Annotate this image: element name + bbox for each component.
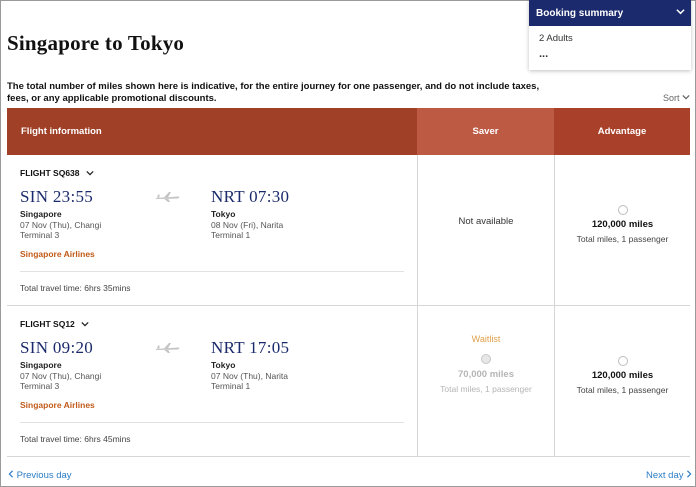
departure-date: 07 Nov (Thu), Changi xyxy=(20,220,102,230)
departure-date: 07 Nov (Thu), Changi xyxy=(20,371,102,381)
page-title: Singapore to Tokyo xyxy=(7,31,185,55)
departure-city: Singapore xyxy=(20,209,62,219)
advantage-cell: 120,000 miles Total miles, 1 passenger xyxy=(555,306,690,456)
saver-miles: 70,000 miles xyxy=(458,369,514,380)
airplane-icon xyxy=(155,341,181,353)
arrival-time: NRT 07:30 xyxy=(211,187,290,206)
advantage-miles: 120,000 miles xyxy=(591,370,654,381)
chevron-right-icon xyxy=(686,470,692,481)
travel-time: Total travel time: 6hrs 45mins xyxy=(20,434,131,444)
flight-number-toggle[interactable]: FLIGHT SQ638 xyxy=(20,168,94,179)
flight-number-toggle[interactable]: FLIGHT SQ12 xyxy=(20,319,89,330)
arrival-city: Tokyo xyxy=(211,209,236,219)
departure-time: SIN 23:55 xyxy=(20,187,94,206)
advantage-miles-note: Total miles, 1 passenger xyxy=(576,385,669,395)
waitlist-label: Waitlist xyxy=(471,334,501,344)
chevron-down-icon xyxy=(85,169,94,179)
arrival-time: NRT 17:05 xyxy=(211,338,290,357)
flight-information-header: Flight information xyxy=(7,108,417,155)
arrival-date: 08 Nov (Fri), Narita xyxy=(211,220,284,230)
saver-cell: Waitlist 70,000 miles Total miles, 1 pas… xyxy=(418,306,554,456)
departure-terminal: Terminal 3 xyxy=(20,381,60,391)
saver-header: Saver xyxy=(417,108,554,155)
saver-miles-note: Total miles, 1 passenger xyxy=(440,384,532,394)
previous-day-label: Previous day xyxy=(16,470,72,481)
flight-number: FLIGHT SQ12 xyxy=(20,319,75,329)
advantage-cell: 120,000 miles Total miles, 1 passenger xyxy=(555,155,690,305)
arrival-terminal: Terminal 1 xyxy=(211,230,251,240)
sort-label: Sort xyxy=(663,93,680,103)
departure-terminal: Terminal 3 xyxy=(20,230,60,240)
table-header: Flight information Saver Advantage xyxy=(7,108,690,155)
saver-status: Not available xyxy=(458,216,514,227)
arrival-city: Tokyo xyxy=(211,360,236,370)
saver-radio-button[interactable] xyxy=(481,354,491,364)
next-day-label: Next day xyxy=(646,470,684,481)
booking-summary-panel: Booking summary 2 Adults ... xyxy=(529,0,691,70)
booking-summary-toggle[interactable]: Booking summary xyxy=(529,0,691,26)
chevron-down-icon xyxy=(676,7,685,19)
advantage-radio-button[interactable] xyxy=(618,356,628,366)
chevron-down-icon xyxy=(81,320,89,330)
advantage-miles-note: Total miles, 1 passenger xyxy=(576,234,669,244)
divider xyxy=(20,271,404,272)
next-day-link[interactable]: Next day xyxy=(646,470,692,481)
flight-row: FLIGHT SQ638 SIN 23:55 NRT 07:30 Singapo… xyxy=(7,155,690,306)
advantage-miles: 120,000 miles xyxy=(591,219,654,230)
departure-city: Singapore xyxy=(20,360,62,370)
airplane-icon xyxy=(155,190,181,202)
advantage-header: Advantage xyxy=(554,108,690,155)
flight-row: FLIGHT SQ12 SIN 09:20 NRT 17:05 Singapor… xyxy=(7,306,690,457)
sort-dropdown[interactable]: Sort xyxy=(663,93,690,103)
chevron-left-icon xyxy=(8,470,14,481)
passenger-count: 2 Adults xyxy=(539,33,573,44)
summary-more-indicator: ... xyxy=(539,48,549,60)
previous-day-link[interactable]: Previous day xyxy=(8,470,72,481)
departure-time: SIN 09:20 xyxy=(20,338,94,357)
arrival-date: 07 Nov (Thu), Narita xyxy=(211,371,288,381)
saver-cell: Not available xyxy=(418,155,554,305)
airline-name: Singapore Airlines xyxy=(20,400,95,410)
divider xyxy=(20,422,404,423)
travel-time: Total travel time: 6hrs 35mins xyxy=(20,283,131,293)
booking-summary-label: Booking summary xyxy=(536,8,624,19)
airline-name: Singapore Airlines xyxy=(20,249,95,259)
miles-disclaimer: The total number of miles shown here is … xyxy=(7,81,540,104)
flight-number: FLIGHT SQ638 xyxy=(20,168,80,178)
advantage-radio-button[interactable] xyxy=(618,205,628,215)
arrival-terminal: Terminal 1 xyxy=(211,381,251,391)
chevron-down-icon xyxy=(681,93,690,103)
